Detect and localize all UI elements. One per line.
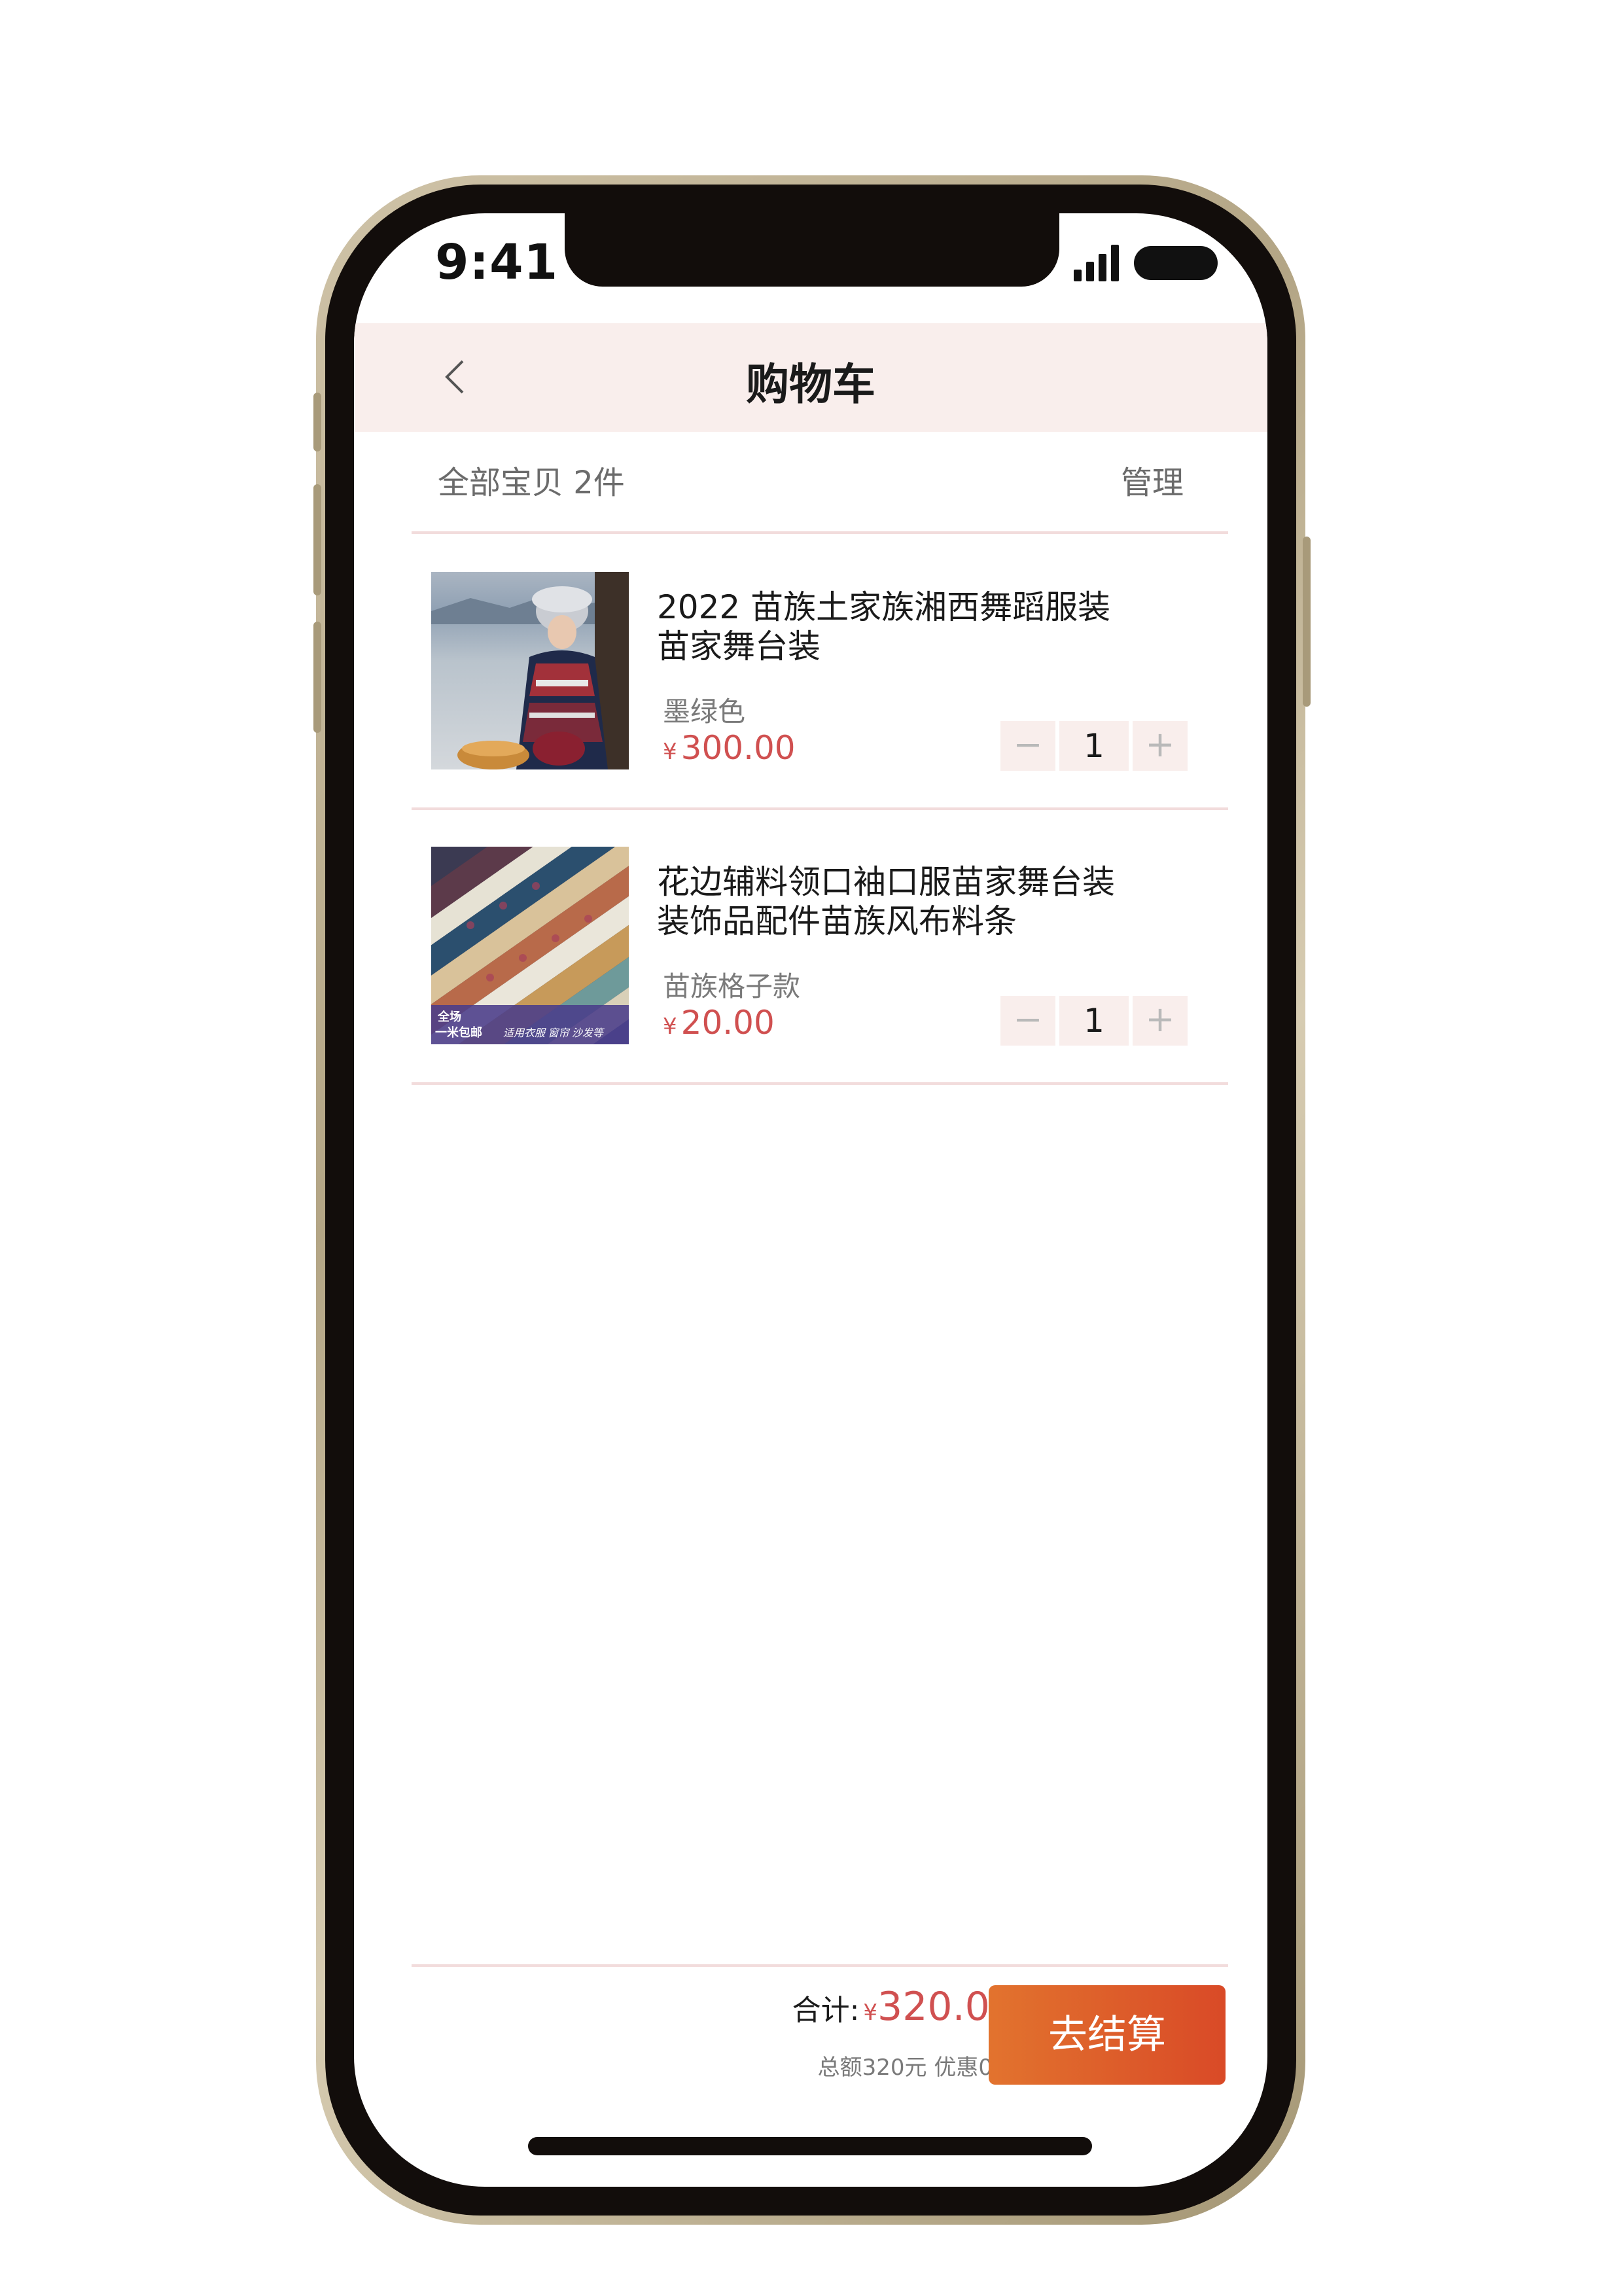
quantity-stepper: − 1 + <box>1000 996 1188 1046</box>
product-variant: 苗族格子款 <box>663 970 801 1002</box>
product-title-line: 花边辅料领口袖口服苗家舞台装 <box>657 863 1115 901</box>
currency-symbol: ¥ <box>863 2000 878 2026</box>
quantity-value[interactable]: 1 <box>1059 721 1129 771</box>
product-thumbnail[interactable]: 全场 一米包邮 适用衣服 窗帘 沙发等 <box>431 847 629 1044</box>
notch <box>565 213 1059 287</box>
screen: 9:41 购物车 全部宝贝 2件 管理 2022 苗族土家族湘西舞蹈服装 苗家舞… <box>354 213 1267 2187</box>
increase-button[interactable]: + <box>1133 721 1188 771</box>
product-variant: 墨绿色 <box>663 696 746 728</box>
divider <box>412 531 1228 534</box>
divider <box>412 807 1228 810</box>
total-row: 合计: ¥320.00 <box>753 1984 1015 2030</box>
increase-button[interactable]: + <box>1133 996 1188 1046</box>
product-thumbnail[interactable] <box>431 572 629 769</box>
currency-symbol: ¥ <box>663 1014 677 1040</box>
battery-icon <box>1134 246 1218 280</box>
total-label: 合计: <box>792 1994 860 2027</box>
footer-divider <box>412 1964 1228 1967</box>
quantity-stepper: − 1 + <box>1000 721 1188 771</box>
checkout-button[interactable]: 去结算 <box>989 1985 1226 2085</box>
cart-summary-row: 全部宝贝 2件 管理 <box>438 457 1184 509</box>
nav-bar: 购物车 <box>354 323 1267 432</box>
decrease-button[interactable]: − <box>1000 996 1055 1046</box>
badge-note: 适用衣服 窗帘 沙发等 <box>503 1027 605 1039</box>
item-count-label: 全部宝贝 2件 <box>438 465 625 501</box>
product-title[interactable]: 花边辅料领口袖口服苗家舞台装 装饰品配件苗族风布料条 <box>657 862 1167 941</box>
quantity-value[interactable]: 1 <box>1059 996 1129 1046</box>
product-price: ¥300.00 <box>663 729 796 767</box>
silent-switch <box>313 393 321 451</box>
badge-line-2: 一米包邮 <box>435 1025 482 1039</box>
manage-button[interactable]: 管理 <box>1121 457 1184 503</box>
cart-item: 2022 苗族土家族湘西舞蹈服装 苗家舞台装 墨绿色 ¥300.00 − 1 + <box>431 572 1190 771</box>
product-title-line: 苗家舞台装 <box>657 627 821 665</box>
page-title: 购物车 <box>746 359 875 410</box>
cart-item: 全场 一米包邮 适用衣服 窗帘 沙发等 花边辅料领口袖口服苗家舞台装 装饰品配件… <box>431 847 1190 1046</box>
price-value: 300.00 <box>680 729 796 767</box>
volume-down-button <box>313 622 321 733</box>
signal-icon <box>1074 245 1120 281</box>
product-price: ¥20.00 <box>663 1004 775 1042</box>
badge-line-1: 全场 <box>437 1010 461 1023</box>
power-button <box>1303 537 1311 707</box>
decrease-button[interactable]: − <box>1000 721 1055 771</box>
product-title[interactable]: 2022 苗族土家族湘西舞蹈服装 苗家舞台装 <box>657 588 1167 666</box>
product-title-line: 装饰品配件苗族风布料条 <box>657 902 1017 940</box>
volume-up-button <box>313 484 321 595</box>
price-value: 20.00 <box>680 1004 775 1042</box>
divider <box>412 1082 1228 1085</box>
total-breakdown: 总额320元 优惠0元 <box>817 2055 1015 2081</box>
home-indicator[interactable] <box>528 2137 1092 2155</box>
status-time: 9:41 <box>435 234 559 291</box>
product-title-line: 2022 苗族土家族湘西舞蹈服装 <box>657 588 1111 626</box>
currency-symbol: ¥ <box>663 739 677 765</box>
